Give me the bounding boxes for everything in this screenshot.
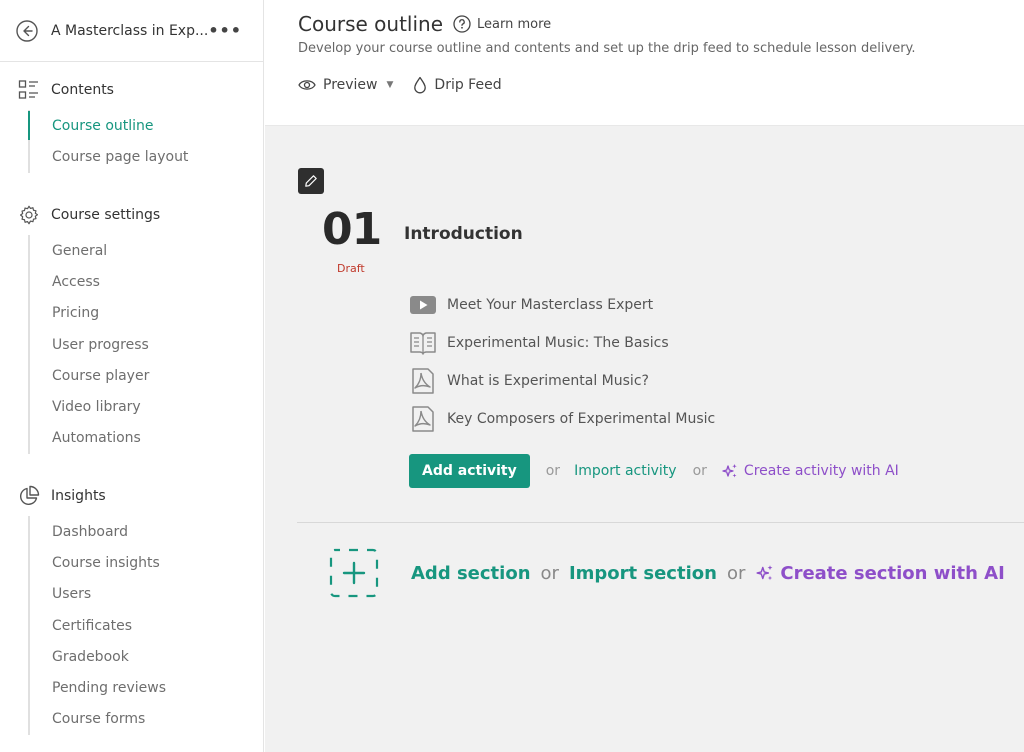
sidebar-item-course-forms[interactable]: Course forms [30,704,264,735]
preview-label: Preview [323,77,378,93]
toolbar: Preview ▼ Drip Feed [298,76,1024,94]
sidebar-group-header[interactable]: Insights [0,484,264,508]
or-separator: or [545,463,561,479]
sidebar-group-course-settings: Course settings General Access Pricing U… [0,203,264,455]
or-separator: or [540,562,559,584]
sidebar: A Masterclass in Exp... ••• Contents Cou… [0,0,264,752]
edit-section-button[interactable] [298,168,324,194]
activity-item[interactable]: Key Composers of Experimental Music [409,400,715,438]
add-section-link[interactable]: Add section [411,563,531,584]
sidebar-item-dashboard[interactable]: Dashboard [30,516,264,547]
pdf-icon [409,406,437,432]
sidebar-group-insights: Insights Dashboard Course insights Users… [0,484,264,736]
more-options-icon[interactable]: ••• [208,21,242,40]
section-title[interactable]: Introduction [404,224,523,244]
sidebar-subnav: Course outline Course page layout [28,110,264,173]
add-section-row: Add section or Import section or Create … [329,548,1005,598]
sidebar-item-course-page-layout[interactable]: Course page layout [30,141,264,172]
drip-feed-label: Drip Feed [434,77,502,93]
sidebar-item-certificates[interactable]: Certificates [30,610,264,641]
sidebar-item-course-player[interactable]: Course player [30,360,264,391]
sidebar-item-general[interactable]: General [30,235,264,266]
create-activity-ai-label: Create activity with AI [743,463,899,479]
pencil-icon [305,175,317,187]
import-section-link[interactable]: Import section [569,563,717,584]
import-activity-link[interactable]: Import activity [574,463,677,479]
help-circle-icon[interactable] [453,15,471,33]
sidebar-item-course-outline[interactable]: Course outline [28,110,264,141]
sidebar-group-label: Insights [51,488,106,504]
activity-item[interactable]: Meet Your Masterclass Expert [409,286,715,324]
sidebar-header: A Masterclass in Exp... ••• [0,0,263,62]
activity-label: Meet Your Masterclass Expert [447,297,654,313]
ebook-icon [409,330,437,356]
or-separator: or [692,463,707,479]
main-content: Course outline Learn more Develop your c… [265,0,1024,752]
sidebar-item-user-progress[interactable]: User progress [30,329,264,360]
pie-chart-icon [18,485,40,507]
sidebar-group-header[interactable]: Contents [0,78,264,102]
video-icon [409,292,437,318]
sparkle-icon [722,464,737,478]
section-status-badge: Draft [337,262,365,275]
preview-button[interactable]: Preview ▼ [298,77,393,93]
caret-down-icon: ▼ [386,80,394,90]
gear-icon [18,204,40,226]
sidebar-item-gradebook[interactable]: Gradebook [30,641,264,672]
course-title: A Masterclass in Exp... [51,22,209,39]
course-outline-canvas: 01 Draft Introduction Meet Your Mastercl… [265,126,1024,752]
sidebar-group-label: Contents [51,82,114,98]
activity-label: What is Experimental Music? [447,373,649,389]
droplet-icon [414,76,427,94]
activity-item[interactable]: What is Experimental Music? [409,362,715,400]
sidebar-subnav: Dashboard Course insights Users Certific… [28,516,264,736]
drip-feed-button[interactable]: Drip Feed [413,76,502,94]
activity-label: Experimental Music: The Basics [447,335,669,351]
pdf-icon [409,368,437,394]
add-section-plus-icon[interactable] [329,548,379,598]
back-arrow-icon[interactable] [16,19,38,42]
create-section-ai-label: Create section with AI [780,562,1005,584]
sidebar-item-video-library[interactable]: Video library [30,391,264,422]
sidebar-item-pending-reviews[interactable]: Pending reviews [30,672,264,703]
sidebar-item-users[interactable]: Users [30,579,264,610]
add-activity-button[interactable]: Add activity [409,454,530,488]
sidebar-item-pricing[interactable]: Pricing [30,298,264,329]
learn-more-link[interactable]: Learn more [477,17,551,32]
section-number: 01 [322,204,382,255]
activity-list: Meet Your Masterclass Expert Experimenta… [409,286,715,438]
page-subtitle: Develop your course outline and contents… [298,41,916,56]
or-separator: or [726,562,746,584]
activity-item[interactable]: Experimental Music: The Basics [409,324,715,362]
create-section-ai-link[interactable]: Create section with AI [755,562,1005,584]
sidebar-item-course-insights[interactable]: Course insights [30,547,264,578]
page-header: Course outline Learn more Develop your c… [265,0,1024,126]
page-title: Course outline [298,12,444,36]
sidebar-group-contents: Contents Course outline Course page layo… [0,78,264,173]
sidebar-group-label: Course settings [51,207,161,223]
eye-icon [298,80,316,90]
sidebar-item-automations[interactable]: Automations [30,423,264,454]
sidebar-subnav: General Access Pricing User progress Cou… [28,235,264,455]
sparkle-icon [756,565,773,581]
create-activity-ai-link[interactable]: Create activity with AI [721,463,899,479]
sidebar-group-header[interactable]: Course settings [0,203,264,227]
sidebar-item-access[interactable]: Access [30,266,264,297]
list-icon [18,79,40,101]
activity-actions: Add activity or Import activity or Creat… [409,454,899,488]
section-divider [297,522,1024,523]
activity-label: Key Composers of Experimental Music [447,411,716,427]
